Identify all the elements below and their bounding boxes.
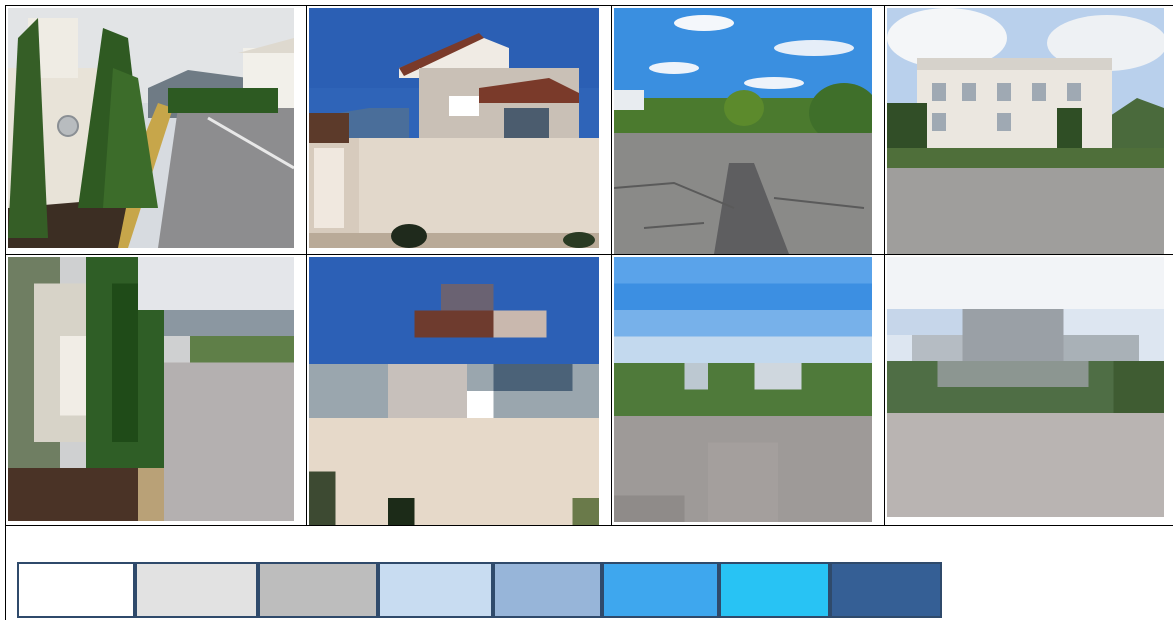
photo-villa-street-cypress <box>8 8 294 248</box>
palette-swatch <box>602 562 719 618</box>
pixelated-cracked-road-trees <box>614 257 872 522</box>
photo-cracked-road-trees <box>614 8 872 254</box>
grid-col-divider-2 <box>611 5 612 526</box>
grid-bottom-divider <box>5 525 1173 526</box>
palette-swatch <box>17 562 135 618</box>
pixelated-villa-street-cypress <box>8 257 294 521</box>
palette-swatch <box>719 562 830 618</box>
grid-col-divider-1 <box>306 5 307 526</box>
grid-row-divider <box>5 254 1173 255</box>
photo-house-behind-wall <box>309 8 599 248</box>
grid-top-border <box>5 5 1173 6</box>
palette-swatch <box>135 562 258 618</box>
palette-swatch <box>258 562 378 618</box>
palette-swatch <box>493 562 602 618</box>
grid-col-divider-3 <box>884 5 885 526</box>
pixelated-apartment-building-street <box>887 257 1164 517</box>
pixelated-house-behind-wall <box>309 257 599 525</box>
grid-left-border <box>5 5 6 620</box>
photo-apartment-building-street <box>887 8 1164 254</box>
palette-swatch <box>830 562 942 618</box>
palette-swatch <box>378 562 493 618</box>
